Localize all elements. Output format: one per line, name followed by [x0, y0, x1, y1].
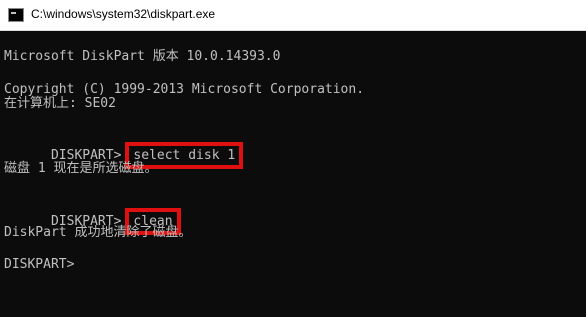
current-prompt[interactable]: DISKPART> — [4, 257, 74, 272]
clean-success-line: DiskPart 成功地清除了磁盘。 — [4, 225, 192, 240]
title-bar[interactable]: C:\windows\system32\diskpart.exe — [0, 0, 586, 31]
copyright-line: Copyright (C) 1999-2013 Microsoft Corpor… — [4, 82, 365, 97]
console-window[interactable]: C:\windows\system32\diskpart.exe Microso… — [0, 0, 586, 317]
version-line: Microsoft DiskPart 版本 10.0.14393.0 — [4, 49, 281, 64]
console-app-icon — [8, 8, 24, 22]
console-output[interactable]: Microsoft DiskPart 版本 10.0.14393.0 Copyr… — [0, 31, 586, 317]
window-title: C:\windows\system32\diskpart.exe — [31, 7, 216, 21]
disk-selected-line: 磁盘 1 现在是所选磁盘。 — [4, 161, 158, 176]
computer-line: 在计算机上: SE02 — [4, 96, 116, 111]
command-line-clean: DISKPART> clean — [4, 193, 181, 250]
